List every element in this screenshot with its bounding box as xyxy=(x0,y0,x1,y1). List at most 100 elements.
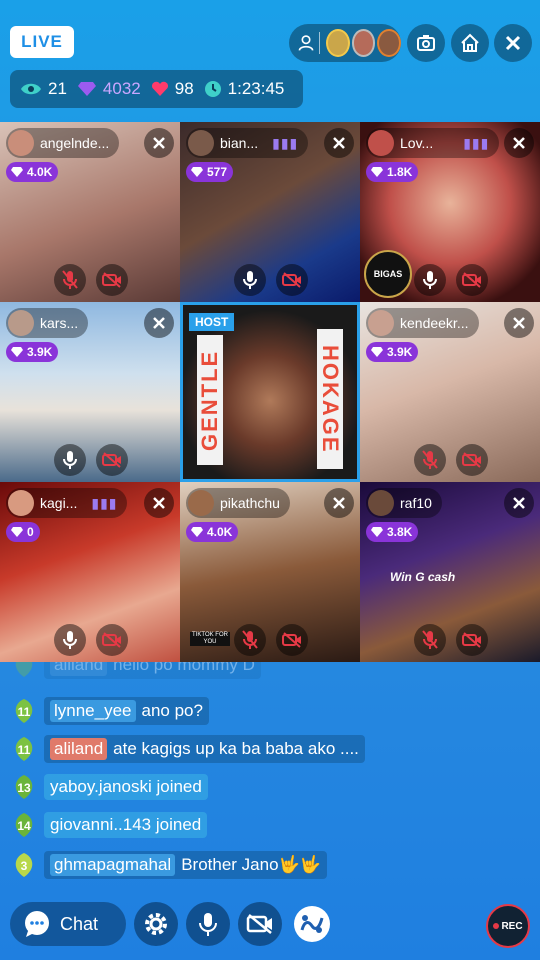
views-count: 21 xyxy=(48,79,67,98)
chat-username[interactable]: ghmapagmahal xyxy=(50,854,176,876)
level-number: 13 xyxy=(17,781,31,795)
host-video-tile[interactable]: HOST GENTLE HOKAGE xyxy=(180,302,360,482)
chat-message: 11 lynne_yee ano po? xyxy=(10,696,209,726)
host-label: HOST xyxy=(189,313,235,331)
remove-guest-button[interactable] xyxy=(144,128,174,158)
level-number: 11 xyxy=(17,705,31,719)
user-pill[interactable]: bian... ▮▮▮ xyxy=(186,128,309,158)
remove-guest-button[interactable] xyxy=(324,488,354,518)
settings-button[interactable] xyxy=(134,902,178,946)
gem-icon xyxy=(11,167,23,177)
video-tile[interactable]: raf10 3.8K Win G cash xyxy=(360,482,540,662)
close-icon xyxy=(333,137,345,149)
brand-logo: BIGAS xyxy=(364,250,412,298)
camera-toggle-button[interactable] xyxy=(96,624,128,656)
effects-button[interactable] xyxy=(290,902,334,946)
chat-bubble: ghmapagmahal Brother Jano🤟🤟 xyxy=(44,851,327,879)
remove-guest-button[interactable] xyxy=(504,488,534,518)
remove-guest-button[interactable] xyxy=(324,128,354,158)
chat-text: ano po? xyxy=(141,701,203,720)
live-badge: LIVE xyxy=(10,26,74,58)
home-button[interactable] xyxy=(451,24,489,62)
mic-button[interactable] xyxy=(414,444,446,476)
camera-toggle-button[interactable] xyxy=(96,444,128,476)
mic-toggle-button[interactable] xyxy=(186,902,230,946)
user-pill[interactable]: kendeekr... xyxy=(366,308,479,338)
video-tile[interactable]: Lov... ▮▮▮ 1.8K BIGAS xyxy=(360,122,540,302)
chat-button[interactable]: Chat xyxy=(10,902,126,946)
gem-count: 0 xyxy=(27,525,34,539)
chat-button-label: Chat xyxy=(60,913,99,934)
gem-count: 3.9K xyxy=(387,345,413,359)
user-pill[interactable]: kars... xyxy=(6,308,89,338)
camera-off-icon xyxy=(282,632,301,648)
remove-guest-button[interactable] xyxy=(504,308,534,338)
gem-icon xyxy=(371,527,383,537)
username: kendeekr... xyxy=(400,315,469,331)
user-pill[interactable]: raf10 xyxy=(366,488,442,518)
username: kars... xyxy=(40,315,79,331)
gems-stat: 4032 xyxy=(77,79,141,99)
leaf-icon xyxy=(15,662,33,677)
level-badge: 14 xyxy=(10,811,38,839)
avatar xyxy=(368,310,394,336)
remove-guest-button[interactable] xyxy=(504,128,534,158)
chat-username[interactable]: lynne_yee xyxy=(50,700,136,722)
gem-icon xyxy=(371,347,383,357)
user-pill[interactable]: Lov... ▮▮▮ xyxy=(366,128,500,158)
viewer-avatar[interactable] xyxy=(377,29,401,57)
camera-toggle-button[interactable] xyxy=(456,624,488,656)
camera-toggle-button[interactable] xyxy=(456,444,488,476)
chat-feed[interactable]: aliland hello po mommy D 11 lynne_yee an… xyxy=(0,662,540,882)
avatar xyxy=(8,310,34,336)
camera-button[interactable] xyxy=(407,24,445,62)
mic-button[interactable] xyxy=(54,264,86,296)
record-button[interactable]: REC xyxy=(486,904,530,948)
poster-caption: Win G cash xyxy=(390,570,456,584)
camera-toggle-button[interactable] xyxy=(456,264,488,296)
video-tile[interactable]: pikathchu 4.0K TIKTOK FOR YOU xyxy=(180,482,360,662)
mic-button[interactable] xyxy=(234,264,266,296)
remove-guest-button[interactable] xyxy=(144,308,174,338)
camera-toggle-button[interactable] xyxy=(96,264,128,296)
chat-bubble: aliland ate kagigs up ka ba baba ako ...… xyxy=(44,735,365,763)
chat-username[interactable]: aliland xyxy=(50,738,108,760)
viewer-avatar[interactable] xyxy=(325,29,350,57)
close-button[interactable] xyxy=(494,24,532,62)
viewers-pill[interactable] xyxy=(289,24,401,62)
viewer-avatar[interactable] xyxy=(351,29,376,57)
video-tile[interactable]: kagi... ▮▮▮ 0 xyxy=(0,482,180,662)
video-tile[interactable]: bian... ▮▮▮ 577 xyxy=(180,122,360,302)
views-stat: 21 xyxy=(20,79,67,99)
camera-toggle-button[interactable] xyxy=(276,624,308,656)
gem-count: 577 xyxy=(207,165,228,179)
chat-message: 11 aliland ate kagigs up ka ba baba ako … xyxy=(10,734,365,764)
mic-muted-icon xyxy=(422,450,438,469)
video-tile[interactable]: angelnde... 4.0K xyxy=(0,122,180,302)
chat-message: 3 ghmapagmahal Brother Jano🤟🤟 xyxy=(10,850,327,880)
remove-guest-button[interactable] xyxy=(144,488,174,518)
camera-toggle-button[interactable] xyxy=(276,264,308,296)
chat-bubble: lynne_yee ano po? xyxy=(44,697,209,725)
chat-bubble-icon xyxy=(25,911,49,937)
avatar xyxy=(8,130,34,156)
mic-button[interactable] xyxy=(414,264,446,296)
mic-button[interactable] xyxy=(54,444,86,476)
duration: 1:23:45 xyxy=(227,79,285,98)
user-pill[interactable]: kagi... ▮▮▮ xyxy=(6,488,128,518)
video-tile[interactable]: kars... 3.9K xyxy=(0,302,180,482)
mic-button[interactable] xyxy=(414,624,446,656)
mic-button[interactable] xyxy=(234,624,266,656)
username: kagi... xyxy=(40,495,78,511)
user-pill[interactable]: pikathchu xyxy=(186,488,290,518)
video-tile[interactable]: kendeekr... 3.9K xyxy=(360,302,540,482)
chat-username[interactable]: aliland xyxy=(50,662,108,676)
camera-off-icon xyxy=(462,272,481,288)
camera-toggle-button[interactable] xyxy=(238,902,282,946)
user-pill[interactable]: angelnde... xyxy=(6,128,120,158)
join-notice: yaboy.janoski joined xyxy=(50,777,202,796)
duration-stat: 1:23:45 xyxy=(204,79,285,99)
audio-level-icon: ▮▮▮ xyxy=(272,134,299,151)
mic-button[interactable] xyxy=(54,624,86,656)
close-icon xyxy=(153,137,165,149)
